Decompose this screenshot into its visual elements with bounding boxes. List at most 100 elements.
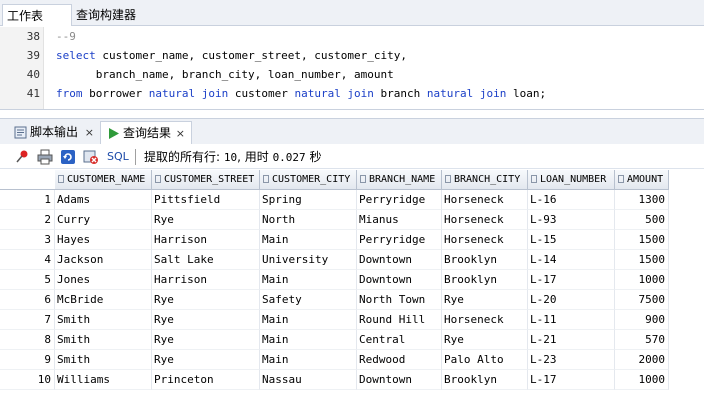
tab-query-result[interactable]: 查询结果 × — [100, 121, 192, 144]
tab-script-output[interactable]: 脚本输出 × — [8, 121, 100, 144]
sql-button[interactable]: SQL — [107, 149, 129, 165]
table-cell[interactable]: Rye — [442, 330, 528, 350]
table-cell[interactable]: Harrison — [152, 270, 260, 290]
table-cell[interactable]: Nassau — [260, 370, 357, 390]
table-cell[interactable]: 1500 — [615, 230, 669, 250]
table-cell[interactable]: Rye — [152, 210, 260, 230]
code-line[interactable]: select customer_name, customer_street, c… — [56, 46, 407, 65]
table-cell[interactable]: Brooklyn — [442, 270, 528, 290]
table-cell[interactable]: Smith — [55, 330, 152, 350]
table-cell[interactable]: Main — [260, 330, 357, 350]
table-row[interactable]: 8 Smith Rye Main Central Rye L-21 570 — [0, 330, 704, 350]
table-cell[interactable]: Safety — [260, 290, 357, 310]
table-cell[interactable]: Rye — [152, 290, 260, 310]
table-cell[interactable]: Palo Alto — [442, 350, 528, 370]
table-cell[interactable]: 570 — [615, 330, 669, 350]
table-row[interactable]: 1 Adams Pittsfield Spring Perryridge Hor… — [0, 190, 704, 210]
table-cell[interactable]: Main — [260, 270, 357, 290]
table-cell[interactable]: Hayes — [55, 230, 152, 250]
table-cell[interactable]: 500 — [615, 210, 669, 230]
table-cell[interactable]: Perryridge — [357, 190, 442, 210]
table-cell[interactable]: Rye — [152, 330, 260, 350]
table-cell[interactable]: Smith — [55, 310, 152, 330]
table-cell[interactable]: Adams — [55, 190, 152, 210]
table-cell[interactable]: Brooklyn — [442, 370, 528, 390]
table-cell[interactable]: Curry — [55, 210, 152, 230]
table-cell[interactable]: Pittsfield — [152, 190, 260, 210]
table-cell[interactable]: L-20 — [528, 290, 615, 310]
column-header[interactable]: CUSTOMER_CITY — [260, 170, 357, 190]
table-cell[interactable]: North Town — [357, 290, 442, 310]
pin-icon[interactable] — [14, 149, 30, 165]
table-cell[interactable]: University — [260, 250, 357, 270]
table-cell[interactable]: Central — [357, 330, 442, 350]
table-cell[interactable]: L-11 — [528, 310, 615, 330]
close-icon[interactable]: × — [85, 121, 94, 144]
table-cell[interactable]: 1000 — [615, 270, 669, 290]
table-row[interactable]: 6 McBride Rye Safety North Town Rye L-20… — [0, 290, 704, 310]
table-row[interactable]: 4 Jackson Salt Lake University Downtown … — [0, 250, 704, 270]
table-cell[interactable]: Main — [260, 230, 357, 250]
table-cell[interactable]: Horseneck — [442, 190, 528, 210]
table-cell[interactable]: Downtown — [357, 250, 442, 270]
table-cell[interactable]: 1500 — [615, 250, 669, 270]
table-cell[interactable]: Brooklyn — [442, 250, 528, 270]
tab-worksheet[interactable]: 工作表 — [2, 4, 72, 26]
table-cell[interactable]: 7500 — [615, 290, 669, 310]
table-cell[interactable]: Main — [260, 310, 357, 330]
close-icon[interactable]: × — [176, 122, 185, 145]
table-cell[interactable]: Rye — [152, 350, 260, 370]
column-header[interactable]: BRANCH_CITY — [442, 170, 528, 190]
table-cell[interactable]: Redwood — [357, 350, 442, 370]
table-cell[interactable]: Rye — [442, 290, 528, 310]
code-line[interactable]: --9 — [56, 27, 76, 46]
table-cell[interactable]: L-23 — [528, 350, 615, 370]
table-cell[interactable]: Horseneck — [442, 210, 528, 230]
table-cell[interactable]: L-17 — [528, 270, 615, 290]
table-cell[interactable]: Main — [260, 350, 357, 370]
table-row[interactable]: 9 Smith Rye Main Redwood Palo Alto L-23 … — [0, 350, 704, 370]
code-line[interactable]: from borrower natural join customer natu… — [56, 84, 546, 103]
table-cell[interactable]: McBride — [55, 290, 152, 310]
table-cell[interactable]: Horseneck — [442, 230, 528, 250]
column-header[interactable]: BRANCH_NAME — [357, 170, 442, 190]
table-cell[interactable]: Mianus — [357, 210, 442, 230]
table-cell[interactable]: Smith — [55, 350, 152, 370]
table-cell[interactable]: Princeton — [152, 370, 260, 390]
table-cell[interactable]: Rye — [152, 310, 260, 330]
table-cell[interactable]: 1300 — [615, 190, 669, 210]
refresh-icon[interactable] — [60, 149, 76, 165]
code-line[interactable]: branch_name, branch_city, loan_number, a… — [56, 65, 394, 84]
table-cell[interactable]: Harrison — [152, 230, 260, 250]
column-header[interactable]: CUSTOMER_STREET — [152, 170, 260, 190]
table-cell[interactable]: L-14 — [528, 250, 615, 270]
table-cell[interactable]: Jones — [55, 270, 152, 290]
column-header[interactable]: CUSTOMER_NAME — [55, 170, 152, 190]
table-cell[interactable]: Round Hill — [357, 310, 442, 330]
table-row[interactable]: 2 Curry Rye North Mianus Horseneck L-93 … — [0, 210, 704, 230]
table-row[interactable]: 3 Hayes Harrison Main Perryridge Horsene… — [0, 230, 704, 250]
table-cell[interactable]: L-93 — [528, 210, 615, 230]
delete-icon[interactable] — [83, 149, 99, 165]
table-cell[interactable]: Perryridge — [357, 230, 442, 250]
table-row[interactable]: 7 Smith Rye Main Round Hill Horseneck L-… — [0, 310, 704, 330]
table-cell[interactable]: Salt Lake — [152, 250, 260, 270]
sql-editor[interactable]: 38 39 40 41 --9 select customer_name, cu… — [0, 27, 704, 110]
table-cell[interactable]: Jackson — [55, 250, 152, 270]
table-cell[interactable]: 2000 — [615, 350, 669, 370]
table-cell[interactable]: Downtown — [357, 370, 442, 390]
table-row[interactable]: 10 Williams Princeton Nassau Downtown Br… — [0, 370, 704, 390]
table-cell[interactable]: Spring — [260, 190, 357, 210]
column-header[interactable]: AMOUNT — [615, 170, 669, 190]
print-icon[interactable] — [37, 149, 53, 165]
table-row[interactable]: 5 Jones Harrison Main Downtown Brooklyn … — [0, 270, 704, 290]
table-cell[interactable]: Williams — [55, 370, 152, 390]
table-cell[interactable]: Downtown — [357, 270, 442, 290]
result-grid[interactable]: CUSTOMER_NAME CUSTOMER_STREET CUSTOMER_C… — [0, 170, 704, 413]
column-header[interactable]: LOAN_NUMBER — [528, 170, 615, 190]
table-cell[interactable]: North — [260, 210, 357, 230]
table-cell[interactable]: L-15 — [528, 230, 615, 250]
table-cell[interactable]: L-16 — [528, 190, 615, 210]
table-cell[interactable]: Horseneck — [442, 310, 528, 330]
table-cell[interactable]: L-21 — [528, 330, 615, 350]
